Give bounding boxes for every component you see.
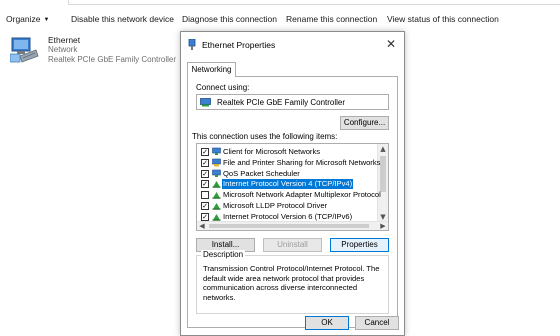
configure-button[interactable]: Configure... <box>340 116 389 130</box>
ethernet-connection-item[interactable]: Ethernet Network Realtek PCIe GbE Family… <box>6 33 176 67</box>
ethernet-properties-dialog: Ethernet Properties ✕ Networking Connect… <box>180 31 405 336</box>
checkbox-checked[interactable]: ✓ <box>201 180 209 189</box>
network-properties-icon <box>188 39 196 50</box>
dialog-title: Ethernet Properties <box>202 40 276 50</box>
close-button[interactable]: ✕ <box>382 36 400 52</box>
scroll-up-icon[interactable]: ▲ <box>378 144 388 154</box>
qos-icon <box>212 169 221 177</box>
description-group: Description Transmission Control Protoco… <box>196 250 389 314</box>
rename-connection-button[interactable]: Rename this connection <box>286 14 377 24</box>
networking-tab-panel: Connect using: Realtek PCIe GbE Family C… <box>187 76 398 328</box>
chevron-down-icon: ▼ <box>43 17 50 23</box>
uninstall-button[interactable]: Uninstall <box>263 238 322 252</box>
horizontal-scrollbar[interactable]: ◀ ▶ <box>197 221 388 230</box>
view-status-button[interactable]: View status of this connection <box>387 14 499 24</box>
items-label: This connection uses the following items… <box>192 132 338 141</box>
protocol-icon <box>212 213 221 221</box>
list-item[interactable]: ✓ QoS Packet Scheduler <box>197 169 378 179</box>
cancel-button[interactable]: Cancel <box>355 316 399 330</box>
scroll-left-icon[interactable]: ◀ <box>197 222 207 230</box>
connect-using-label: Connect using: <box>196 83 250 92</box>
adapter-name: Realtek PCIe GbE Family Controller <box>217 98 346 107</box>
list-item-label: Internet Protocol Version 6 (TCP/IPv6) <box>223 211 353 221</box>
vertical-scrollbar[interactable]: ▲ ▼ <box>377 144 388 222</box>
list-item-label: File and Printer Sharing for Microsoft N… <box>223 157 381 167</box>
list-item[interactable]: ✓ Microsoft LLDP Protocol Driver <box>197 201 378 211</box>
checkbox-checked[interactable]: ✓ <box>201 202 209 210</box>
list-item-label: Client for Microsoft Networks <box>223 147 321 156</box>
list-item-label: Internet Protocol Version 4 (TCP/IPv4) <box>222 179 354 190</box>
dialog-title-bar[interactable]: Ethernet Properties ✕ <box>181 32 404 57</box>
ok-button[interactable]: OK <box>305 316 349 330</box>
properties-button[interactable]: Properties <box>330 238 389 252</box>
network-adapter-icon <box>10 37 39 63</box>
command-bar: Organize ▼ Disable this network device Di… <box>0 10 560 28</box>
checkbox-checked[interactable]: ✓ <box>201 212 209 221</box>
list-item-label: QoS Packet Scheduler <box>223 168 300 178</box>
list-item[interactable]: ✓ Internet Protocol Version 6 (TCP/IPv6) <box>197 212 378 222</box>
checkbox-checked[interactable]: ✓ <box>201 169 209 178</box>
network-card-icon <box>200 98 211 107</box>
list-item-label: Microsoft Network Adapter Multiplexor Pr… <box>223 190 381 200</box>
checkbox-checked[interactable]: ✓ <box>201 148 209 156</box>
disable-device-button[interactable]: Disable this network device <box>71 14 174 24</box>
checkbox-checked[interactable]: ✓ <box>201 158 209 167</box>
description-title: Description <box>201 250 246 259</box>
list-item[interactable]: ✓ File and Printer Sharing for Microsoft … <box>197 157 381 168</box>
diagnose-connection-button[interactable]: Diagnose this connection <box>182 14 277 24</box>
protocol-icon <box>212 181 221 189</box>
list-item-label: Microsoft LLDP Protocol Driver <box>223 201 328 210</box>
tab-networking[interactable]: Networking <box>187 62 236 77</box>
connection-adapter: Realtek PCIe GbE Family Controller <box>48 55 177 64</box>
protocol-icon <box>212 203 221 210</box>
protocol-icon <box>212 192 221 199</box>
adapter-field: Realtek PCIe GbE Family Controller <box>196 94 389 110</box>
address-bar-strip <box>0 0 560 6</box>
file-sharing-icon <box>212 158 221 167</box>
list-item[interactable]: ✓ Client for Microsoft Networks <box>197 147 378 157</box>
organize-label: Organize <box>6 14 41 24</box>
connection-network: Network <box>48 45 78 54</box>
scroll-right-icon[interactable]: ▶ <box>378 222 388 230</box>
network-client-icon <box>212 147 221 155</box>
list-item[interactable]: Microsoft Network Adapter Multiplexor Pr… <box>197 190 381 200</box>
checkbox-unchecked[interactable] <box>201 191 209 200</box>
components-list[interactable]: ▲ ▼ ◀ ▶ ✓ Client for Microsoft Networks ✓ F… <box>196 143 389 231</box>
address-bar[interactable] <box>68 0 560 5</box>
connection-name: Ethernet <box>48 35 81 45</box>
organize-menu[interactable]: Organize ▼ <box>6 14 49 24</box>
description-text: Transmission Control Protocol/Internet P… <box>203 264 380 302</box>
horizontal-scroll-thumb[interactable] <box>209 224 369 228</box>
list-item[interactable]: ✓ Internet Protocol Version 4 (TCP/IPv4) <box>197 179 378 190</box>
